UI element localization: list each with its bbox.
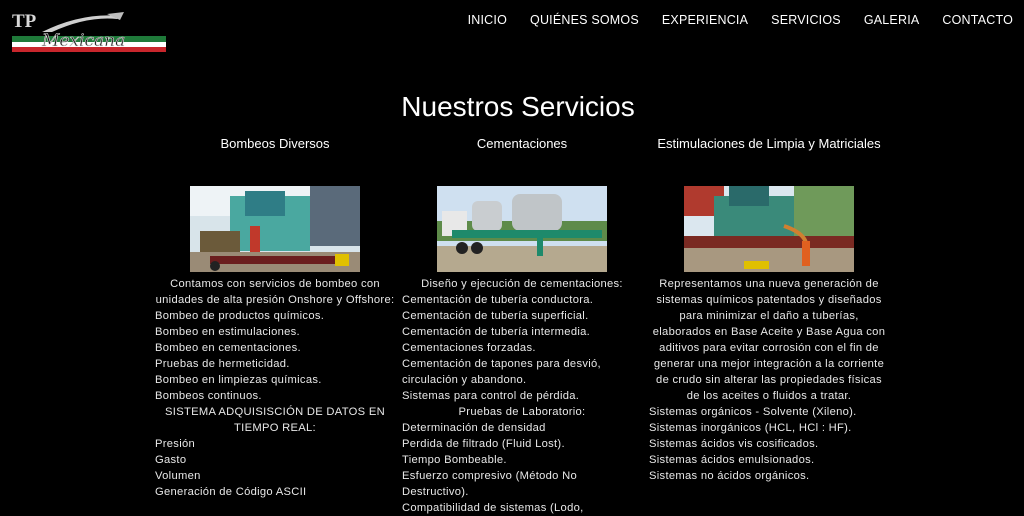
text-line: Sistemas ácidos vis cosificados. [649,438,819,450]
main-nav: INICIO QUIÉNES SOMOS EXPERIENCIA SERVICI… [445,13,1013,27]
text-line: Presión [155,438,196,450]
text-line: Contamos con servicios de bombeo con uni… [155,278,395,306]
nav-inicio[interactable]: INICIO [468,13,507,27]
service-text-bombeos: Contamos con servicios de bombeo con uni… [155,276,395,500]
nav-galeria[interactable]: GALERIA [864,13,920,27]
text-line: Gasto [155,454,187,466]
nav-contacto[interactable]: CONTACTO [942,13,1013,27]
service-heading-cementaciones: Cementaciones [476,136,568,151]
service-heading-bombeos: Bombeos Diversos [220,136,330,151]
text-line: Sistemas ácidos emulsionados. [649,454,815,466]
text-line: Volumen [155,470,201,482]
text-line: Bombeo de productos químicos. [155,310,325,322]
service-column-bombeos: Bombeos Diversos Contamos con servicios … [155,136,395,500]
text-line: Perdida de filtrado (Fluid Lost). [402,438,565,450]
logo-tp-text: TP [12,11,37,32]
text-line: Bombeo en estimulaciones. [155,326,300,338]
nav-servicios[interactable]: SERVICIOS [771,13,841,27]
logo-graphic: TP Mexicana [12,11,166,52]
text-line: Sistemas inorgánicos (HCL, HCl : HF). [649,422,852,434]
text-line: Esfuerzo compresivo (Método No [402,470,578,482]
photo-stimulation-unit[interactable] [684,186,854,272]
text-line: Bombeo en limpiezas químicas. [155,374,322,386]
text-line: Generación de Código ASCII [155,486,307,498]
nav-experiencia[interactable]: EXPERIENCIA [662,13,748,27]
text-line: Cementación de tubería superficial. [402,310,589,322]
photo-pump-unit[interactable] [190,186,360,272]
text-line: Sistemas orgánicos - Solvente (Xileno). [649,406,857,418]
photo-cement-trailer[interactable] [437,186,607,272]
text-line: Cementación de tubería conductora. [402,294,594,306]
text-line: Bombeos continuos. [155,390,262,402]
text-line: Representamos una nueva generación de si… [652,278,886,402]
text-line: Bombeo en cementaciones. [155,342,301,354]
service-column-cementaciones: Cementaciones Diseño y ejecución de ceme… [402,136,642,516]
company-logo[interactable]: TP Mexicana [12,10,166,54]
text-line: Destructivo). [402,486,469,498]
text-line: Pruebas de Laboratorio: [458,406,586,418]
nav-quienes-somos[interactable]: QUIÉNES SOMOS [530,13,639,27]
service-heading-estimulaciones: Estimulaciones de Limpia y Matriciales [657,136,881,151]
text-line: Diseño y ejecución de cementaciones: [421,278,623,290]
text-line: Sistemas para control de pérdida. [402,390,580,402]
text-line: Cementaciones forzadas. [402,342,536,354]
text-line: Tiempo Bombeable. [402,454,507,466]
text-line: Cementación de tapones para desvió, [402,358,601,370]
logo-script-text: Mexicana [41,31,125,51]
page-title: Nuestros Servicios [401,91,635,122]
service-text-cementaciones: Diseño y ejecución de cementaciones: Cem… [402,276,642,516]
text-line: Compatibilidad de sistemas (Lodo, [402,502,584,514]
service-text-estimulaciones: Representamos una nueva generación de si… [649,276,889,484]
text-line: Cementación de tubería intermedia. [402,326,591,338]
text-line: Sistemas no ácidos orgánicos. [649,470,810,482]
text-line: SISTEMA ADQUISISCIÓN DE DATOS EN TIEMPO … [165,406,385,434]
text-line: Pruebas de hermeticidad. [155,358,290,370]
service-column-estimulaciones: Estimulaciones de Limpia y Matriciales R… [649,136,889,484]
text-line: circulación y abandono. [402,374,527,386]
text-line: Determinación de densidad [402,422,546,434]
